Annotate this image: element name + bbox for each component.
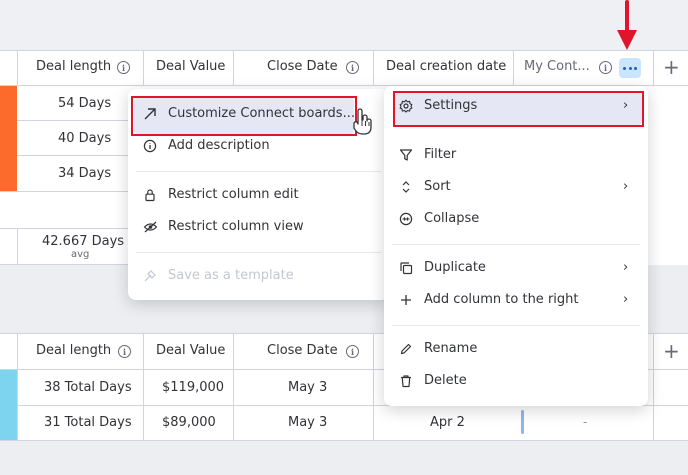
plus-icon[interactable]: +: [663, 55, 680, 79]
eye-off-icon: [141, 220, 159, 234]
menu-item-label: Duplicate: [424, 260, 486, 275]
cell-close-date[interactable]: May 3: [288, 415, 327, 430]
header-my-connect[interactable]: My Cont...: [524, 59, 590, 74]
grid-line: [0, 191, 130, 192]
cell-deal-length[interactable]: 54 Days: [58, 96, 111, 111]
menu-separator: [136, 171, 381, 172]
grid-line: [17, 228, 18, 264]
cell-deal-value[interactable]: $119,000: [162, 380, 224, 395]
grid-line: [0, 440, 688, 441]
cell-creation-date[interactable]: Apr 2: [430, 415, 465, 430]
lock-icon: [141, 188, 159, 202]
pencil-icon: [397, 342, 415, 356]
top-strip: [0, 0, 688, 50]
duplicate-icon: [397, 261, 415, 275]
highlight-box: [393, 91, 644, 127]
grid-line: [143, 50, 144, 85]
grid-line: [373, 333, 374, 440]
highlight-box: [131, 96, 357, 136]
plus-icon[interactable]: +: [663, 339, 680, 363]
menu-item-label: Add description: [168, 138, 270, 153]
menu-separator: [136, 252, 381, 253]
cell-close-date[interactable]: May 3: [288, 380, 327, 395]
red-arrow-icon: [617, 0, 637, 50]
menu-item-filter[interactable]: Filter: [397, 147, 456, 162]
chevron-right-icon: ›: [623, 260, 629, 275]
plus-icon: [397, 293, 415, 307]
menu-item-collapse[interactable]: Collapse: [397, 211, 479, 226]
grid-line: [143, 333, 144, 440]
sort-icon: [397, 180, 415, 194]
cell-deal-length[interactable]: 38 Total Days: [44, 380, 132, 395]
bottom-strip: [0, 441, 688, 475]
header-deal-length[interactable]: Deal length: [36, 343, 111, 358]
group-color-bar: [0, 370, 17, 440]
menu-item-delete[interactable]: Delete: [397, 373, 467, 388]
info-icon[interactable]: i: [346, 345, 359, 358]
grid-line: [653, 333, 654, 440]
cell-deal-value[interactable]: $89,000: [162, 415, 216, 430]
menu-separator: [392, 244, 640, 245]
grid-line: [653, 50, 654, 85]
menu-item-save-template: Save as a template: [141, 268, 294, 283]
menu-item-duplicate[interactable]: Duplicate: [397, 260, 486, 275]
hand-cursor-icon: [353, 108, 372, 135]
menu-item-label: Collapse: [424, 211, 480, 226]
menu-item-add-description[interactable]: Add description: [141, 138, 270, 153]
info-icon[interactable]: i: [117, 61, 130, 74]
chevron-right-icon: ›: [623, 292, 629, 307]
menu-item-label: Restrict column view: [168, 219, 304, 234]
menu-item-add-column-right[interactable]: Add column to the right: [397, 292, 578, 307]
menu-separator: [392, 325, 640, 326]
menu-item-restrict-edit[interactable]: Restrict column edit: [141, 187, 299, 202]
menu-item-label: Sort: [424, 179, 451, 194]
column-options-menu: [384, 86, 648, 406]
menu-item-sort[interactable]: Sort: [397, 179, 451, 194]
grid-line: [0, 120, 130, 121]
grid-line: [0, 155, 130, 156]
grid-line: [0, 50, 688, 51]
filter-icon: [397, 148, 415, 162]
template-icon: [141, 269, 159, 283]
cell-deal-length[interactable]: 31 Total Days: [44, 415, 132, 430]
connect-cell-indicator: [521, 410, 524, 434]
header-deal-value[interactable]: Deal Value: [156, 343, 225, 358]
more-dots-icon[interactable]: [619, 58, 641, 78]
menu-item-label: Restrict column edit: [168, 187, 299, 202]
chevron-right-icon: ›: [623, 179, 629, 194]
grid-line: [233, 50, 234, 85]
trash-icon: [397, 374, 415, 388]
cell-deal-length[interactable]: 40 Days: [58, 131, 111, 146]
grid-line: [17, 50, 18, 85]
grid-line: [0, 264, 130, 265]
menu-item-restrict-view[interactable]: Restrict column view: [141, 219, 304, 234]
info-icon[interactable]: i: [346, 61, 359, 74]
summary-label: avg: [71, 249, 90, 260]
summary-value: 42.667 Days: [42, 234, 125, 249]
grid-line: [17, 333, 18, 440]
collapse-icon: [397, 212, 415, 226]
menu-item-label: Rename: [424, 341, 478, 356]
connect-cell-empty[interactable]: -: [583, 415, 587, 429]
grid-line: [513, 50, 514, 85]
menu-item-label: Add column to the right: [424, 292, 579, 307]
info-icon: [141, 139, 159, 153]
header-deal-value[interactable]: Deal Value: [156, 59, 225, 74]
grid-line: [373, 50, 374, 85]
menu-item-label: Filter: [424, 147, 457, 162]
menu-item-label: Save as a template: [168, 268, 294, 283]
cell-deal-length[interactable]: 34 Days: [58, 166, 111, 181]
group-color-bar: [0, 86, 17, 191]
header-deal-creation-date[interactable]: Deal creation date: [386, 59, 506, 74]
grid-line: [233, 333, 234, 440]
menu-item-label: Delete: [424, 373, 467, 388]
grid-line: [0, 228, 130, 229]
header-close-date[interactable]: Close Date: [267, 343, 338, 358]
menu-item-rename[interactable]: Rename: [397, 341, 477, 356]
header-close-date[interactable]: Close Date: [267, 59, 338, 74]
info-icon[interactable]: i: [118, 345, 131, 358]
info-icon[interactable]: i: [599, 61, 612, 74]
header-deal-length[interactable]: Deal length: [36, 59, 111, 74]
